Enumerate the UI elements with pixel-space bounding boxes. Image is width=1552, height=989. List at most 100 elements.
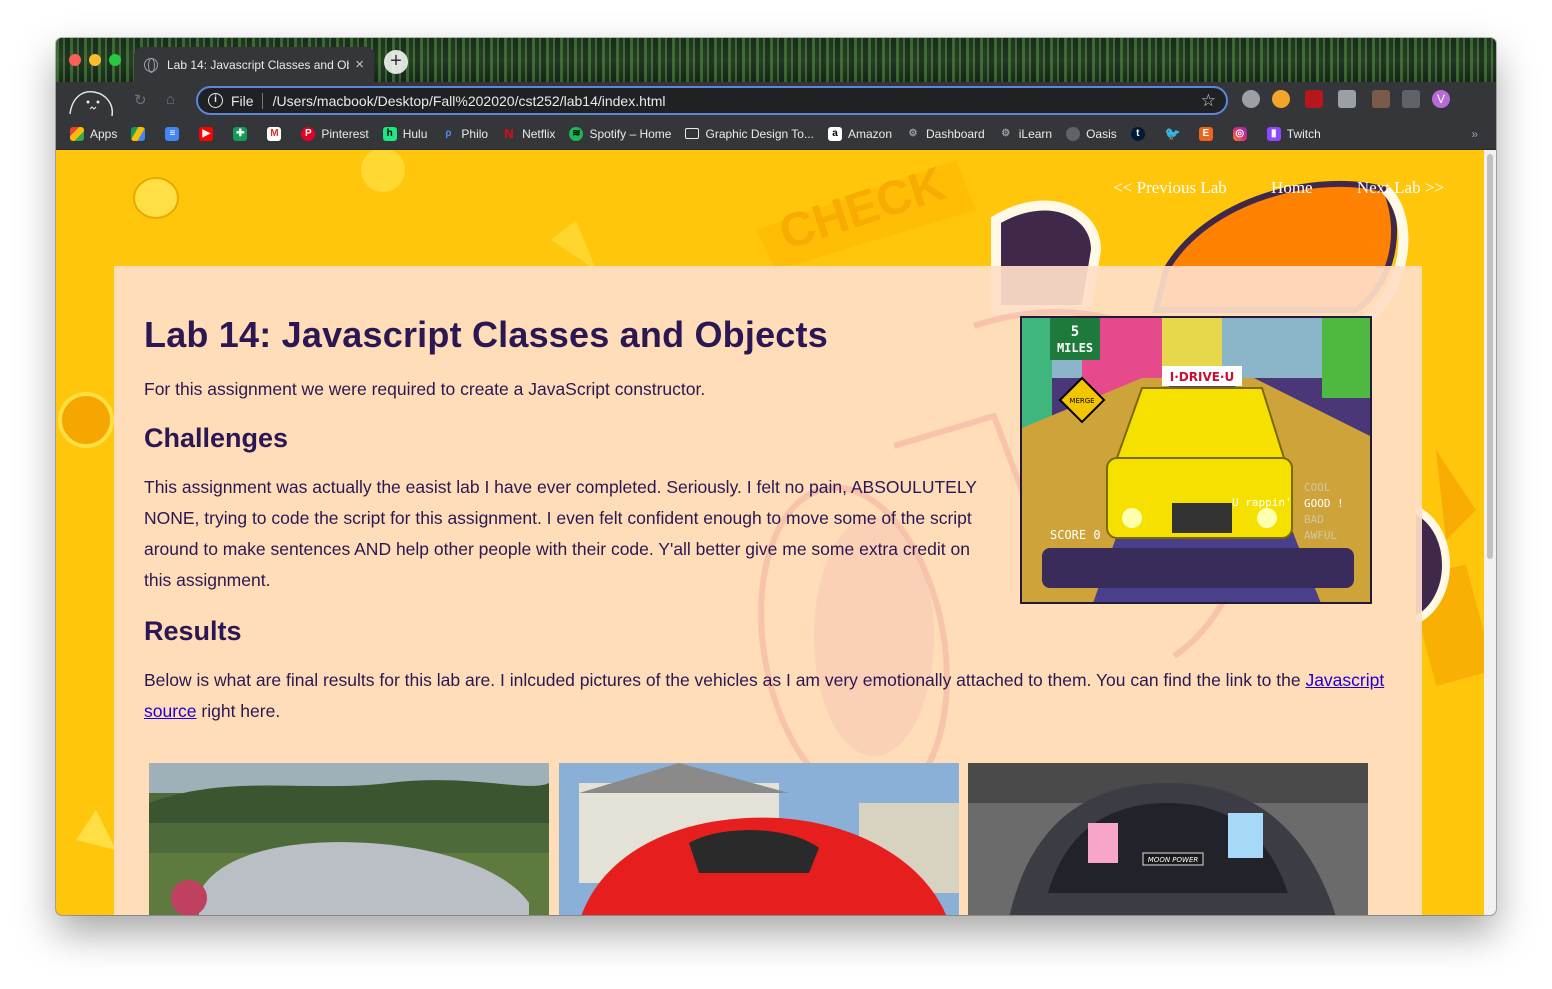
bookmark-gmail[interactable]: M <box>267 126 287 141</box>
tumblr-icon: t <box>1130 126 1145 141</box>
globe-icon <box>144 57 158 73</box>
twitter-icon: 🐦 <box>1164 125 1181 141</box>
rating-label-text: U rappin' <box>1232 496 1292 509</box>
bookmark-hulu[interactable]: h Hulu <box>382 126 427 141</box>
bookmark-tumblr[interactable]: t <box>1130 126 1151 141</box>
url-scheme: File <box>231 92 254 109</box>
game-screenshot-image: 5 MILES MERGE I·DRIVE·U SCORE 0 U rappin… <box>1020 316 1372 604</box>
profile-avatar[interactable]: V <box>1432 90 1450 108</box>
info-icon[interactable]: i <box>208 93 223 108</box>
pinterest-icon: P <box>301 126 316 141</box>
bookmark-dashboard[interactable]: ⚙ Dashboard <box>906 127 985 141</box>
bookmark-drive[interactable] <box>131 126 151 141</box>
folder-icon <box>685 128 700 139</box>
game-scene-graphic: 5 MILES MERGE I·DRIVE·U SCORE 0 U rappin… <box>1022 318 1370 602</box>
merge-sign-text: MERGE <box>1069 397 1094 405</box>
url-text[interactable]: /Users/macbook/Desktop/Fall%202020/cst25… <box>273 93 1201 109</box>
bookmarks-bar: Apps ≡ ▶ ✚ M P Pinterest h Hulu ρ Philo N Ne… <box>56 118 1496 150</box>
mile-sign-label: MILES <box>1057 341 1093 355</box>
close-window-button[interactable] <box>69 54 81 66</box>
bookmark-star-icon[interactable]: ☆ <box>1201 91 1216 111</box>
dashboard-icon: ⚙ <box>908 127 918 139</box>
tab-close-icon[interactable]: × <box>355 56 364 73</box>
rating-bad: BAD <box>1304 513 1324 526</box>
vehicle-photo-3: MOON POWER <box>968 763 1368 915</box>
bookmark-oasis[interactable]: Oasis <box>1066 126 1117 141</box>
zoom-window-button[interactable] <box>109 54 121 66</box>
address-bar[interactable]: i File /Users/macbook/Desktop/Fall%20202… <box>196 86 1228 115</box>
bookmark-instagram[interactable]: ◎ <box>1232 126 1253 141</box>
web-page: CHECK << Previous Lab Home Next Lab >> L… <box>56 150 1484 915</box>
next-lab-link[interactable]: Next Lab >> <box>1357 178 1444 197</box>
apps-grid-icon <box>70 126 84 141</box>
minimize-window-button[interactable] <box>89 54 101 66</box>
sticker-car-graphic: MOON POWER <box>968 763 1368 915</box>
home-link[interactable]: Home <box>1271 178 1313 197</box>
mile-sign-number: 5 <box>1071 324 1079 340</box>
results-text: Below is what are final results for this… <box>144 670 1385 721</box>
bookmark-spotify[interactable]: ≋ Spotify – Home <box>569 126 671 141</box>
tab-title: Lab 14: Javascript Classes and Objects <box>167 57 349 72</box>
results-heading: Results <box>144 616 242 646</box>
scrollbar-thumb[interactable] <box>1487 154 1493 559</box>
ublock-icon[interactable] <box>1305 90 1323 108</box>
twitch-icon: ▮ <box>1266 126 1281 141</box>
google-drive-icon <box>131 126 146 141</box>
totoro-decoration-icon <box>69 91 113 117</box>
etsy-icon: E <box>1198 126 1213 141</box>
reload-icon[interactable]: ↻ <box>134 91 147 109</box>
challenges-text: This assignment was actually the easist … <box>144 477 977 590</box>
rating-good: GOOD ! <box>1304 497 1344 510</box>
taxi-banner-text: I·DRIVE·U <box>1170 370 1234 384</box>
rating-awful: AWFUL <box>1304 529 1337 542</box>
bookmark-etsy[interactable]: E <box>1198 126 1219 141</box>
hulu-icon: h <box>382 126 397 141</box>
bookmark-twitch[interactable]: ▮ Twitch <box>1266 126 1321 141</box>
sticker-text: MOON POWER <box>1148 856 1199 864</box>
vehicle-photo-2 <box>559 763 959 915</box>
new-tab-button[interactable]: + <box>384 50 408 74</box>
omnibox-divider <box>261 92 263 109</box>
oasis-icon <box>1066 126 1081 141</box>
spotify-icon: ≋ <box>569 126 584 141</box>
bookmark-amazon[interactable]: a Amazon <box>827 126 892 141</box>
extension-icon-2[interactable] <box>1272 90 1290 108</box>
bookmark-sheets[interactable]: ✚ <box>233 126 253 141</box>
bookmark-apps[interactable]: Apps <box>70 126 117 141</box>
philo-icon: ρ <box>445 127 452 139</box>
extension-icon-5[interactable] <box>1372 90 1390 108</box>
browser-window: Lab 14: Javascript Classes and Objects ×… <box>56 38 1496 915</box>
rating-cool: COOL <box>1304 481 1331 494</box>
bookmark-ilearn[interactable]: ⚙ iLearn <box>999 127 1052 141</box>
vehicle-photo-1 <box>149 763 549 915</box>
previous-lab-link[interactable]: << Previous Lab <box>1113 178 1227 197</box>
gmail-icon: M <box>267 126 282 141</box>
title-bar: Lab 14: Javascript Classes and Objects ×… <box>56 38 1496 82</box>
netflix-icon: N <box>504 125 514 141</box>
lab-navigation: << Previous Lab Home Next Lab >> <box>1073 178 1444 198</box>
extension-icon-1[interactable] <box>1242 90 1260 108</box>
page-scrollbar[interactable] <box>1484 150 1496 915</box>
amazon-icon: a <box>827 126 842 141</box>
bookmark-youtube[interactable]: ▶ <box>199 126 219 141</box>
svg-text:CHECK: CHECK <box>773 157 952 260</box>
bookmark-netflix[interactable]: N Netflix <box>502 125 555 141</box>
bookmark-twitter[interactable]: 🐦 <box>1164 125 1185 141</box>
bookmark-folder[interactable]: Graphic Design To... <box>685 127 814 141</box>
game-score-text: SCORE 0 <box>1050 528 1101 542</box>
puzzle-icon[interactable] <box>1402 90 1420 108</box>
google-docs-icon: ≡ <box>165 126 180 141</box>
browser-tab[interactable]: Lab 14: Javascript Classes and Objects × <box>134 47 374 82</box>
ilearn-icon: ⚙ <box>1001 127 1011 139</box>
bookmark-philo[interactable]: ρ Philo <box>441 127 488 141</box>
silver-car-graphic <box>149 763 549 915</box>
content-card: Lab 14: Javascript Classes and Objects F… <box>114 266 1422 915</box>
extension-icon-4[interactable] <box>1338 90 1356 108</box>
home-icon[interactable]: ⌂ <box>166 91 175 108</box>
bookmark-docs[interactable]: ≡ <box>165 126 185 141</box>
instagram-icon: ◎ <box>1232 126 1247 141</box>
bookmark-pinterest[interactable]: P Pinterest <box>301 126 369 141</box>
red-beetle-graphic <box>559 763 959 915</box>
bookmarks-overflow-icon[interactable]: » <box>1471 127 1478 141</box>
google-sheets-icon: ✚ <box>233 126 248 141</box>
